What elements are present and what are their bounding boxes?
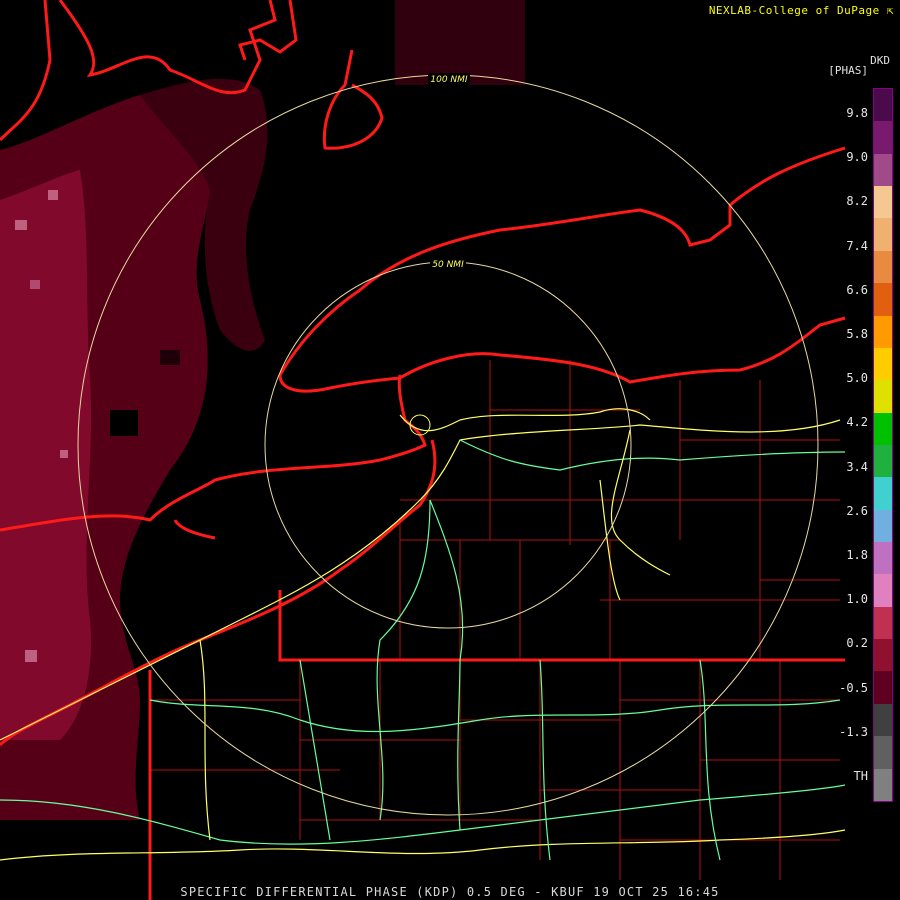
color-scale-tick-label: 3.4: [846, 459, 868, 474]
color-scale-segment: [874, 736, 892, 769]
precipitation-echo-area: [0, 0, 525, 820]
color-scale-tick-label: 9.0: [846, 150, 868, 165]
legend-product-code: DKD: [870, 54, 890, 67]
color-scale-segment: [874, 768, 892, 801]
color-scale-segment: [874, 283, 892, 316]
legend-unit-label: [PHAS]: [828, 64, 868, 77]
color-scale-segment: [874, 509, 892, 543]
color-scale-segment: [874, 89, 892, 122]
range-ring-labels: 100 NMI 50 NMI: [428, 73, 470, 270]
color-scale-segment: [874, 153, 892, 187]
color-scale-tick-label: 1.8: [846, 548, 868, 562]
color-scale-bar: [873, 88, 893, 802]
color-scale-tick-label: 5.0: [846, 371, 868, 386]
color-scale-tick-label: 8.2: [846, 194, 868, 209]
color-scale-segment: [874, 121, 892, 154]
product-caption: SPECIFIC DIFFERENTIAL PHASE (KDP) 0.5 DE…: [180, 885, 720, 899]
color-scale-tick-label: 0.2: [846, 636, 868, 651]
color-scale-segment: [874, 444, 892, 478]
color-scale-tick-label: 7.4: [846, 238, 868, 253]
color-scale-tick-label: -0.5: [839, 680, 868, 695]
color-scale-segment: [874, 671, 892, 704]
color-scale-segment: [874, 380, 892, 413]
color-scale-segment: [874, 606, 892, 640]
color-scale-tick-label: 4.2: [846, 415, 868, 430]
color-scale-segment: [874, 574, 892, 607]
range-label-100nmi: 100 NMI: [430, 75, 468, 85]
color-scale-segment: [874, 542, 892, 575]
color-scale-segment: [874, 703, 892, 737]
color-scale-segment: [874, 250, 892, 284]
color-scale-segment: [874, 477, 892, 510]
color-scale-tick-label: 9.8: [846, 106, 868, 120]
county-boundaries: [150, 360, 840, 880]
color-scale-tick-label: 2.6: [846, 503, 868, 518]
color-scale-segment: [874, 218, 892, 251]
color-scale-segment: [874, 412, 892, 445]
range-ring-50nmi: [264, 261, 632, 629]
radar-display: 100 NMI 50 NMI NEXLAB-College of DuPage …: [0, 0, 900, 900]
color-scale-tick-label: TH: [853, 769, 868, 783]
color-scale-tick-label: 5.8: [846, 327, 868, 341]
range-label-50nmi: 50 NMI: [432, 260, 464, 270]
radar-map: 100 NMI 50 NMI: [0, 0, 846, 900]
source-credit: NEXLAB-College of DuPage ⇱: [708, 4, 894, 17]
color-scale-segment: [874, 315, 892, 348]
color-scale-tick-label: 6.6: [846, 282, 868, 297]
color-scale-tick-label: -1.3: [839, 724, 868, 739]
color-scale-segment: [874, 186, 892, 219]
color-scale-tick-label: 1.0: [846, 592, 868, 607]
color-scale-segment: [874, 347, 892, 381]
color-scale-segment: [874, 639, 892, 672]
